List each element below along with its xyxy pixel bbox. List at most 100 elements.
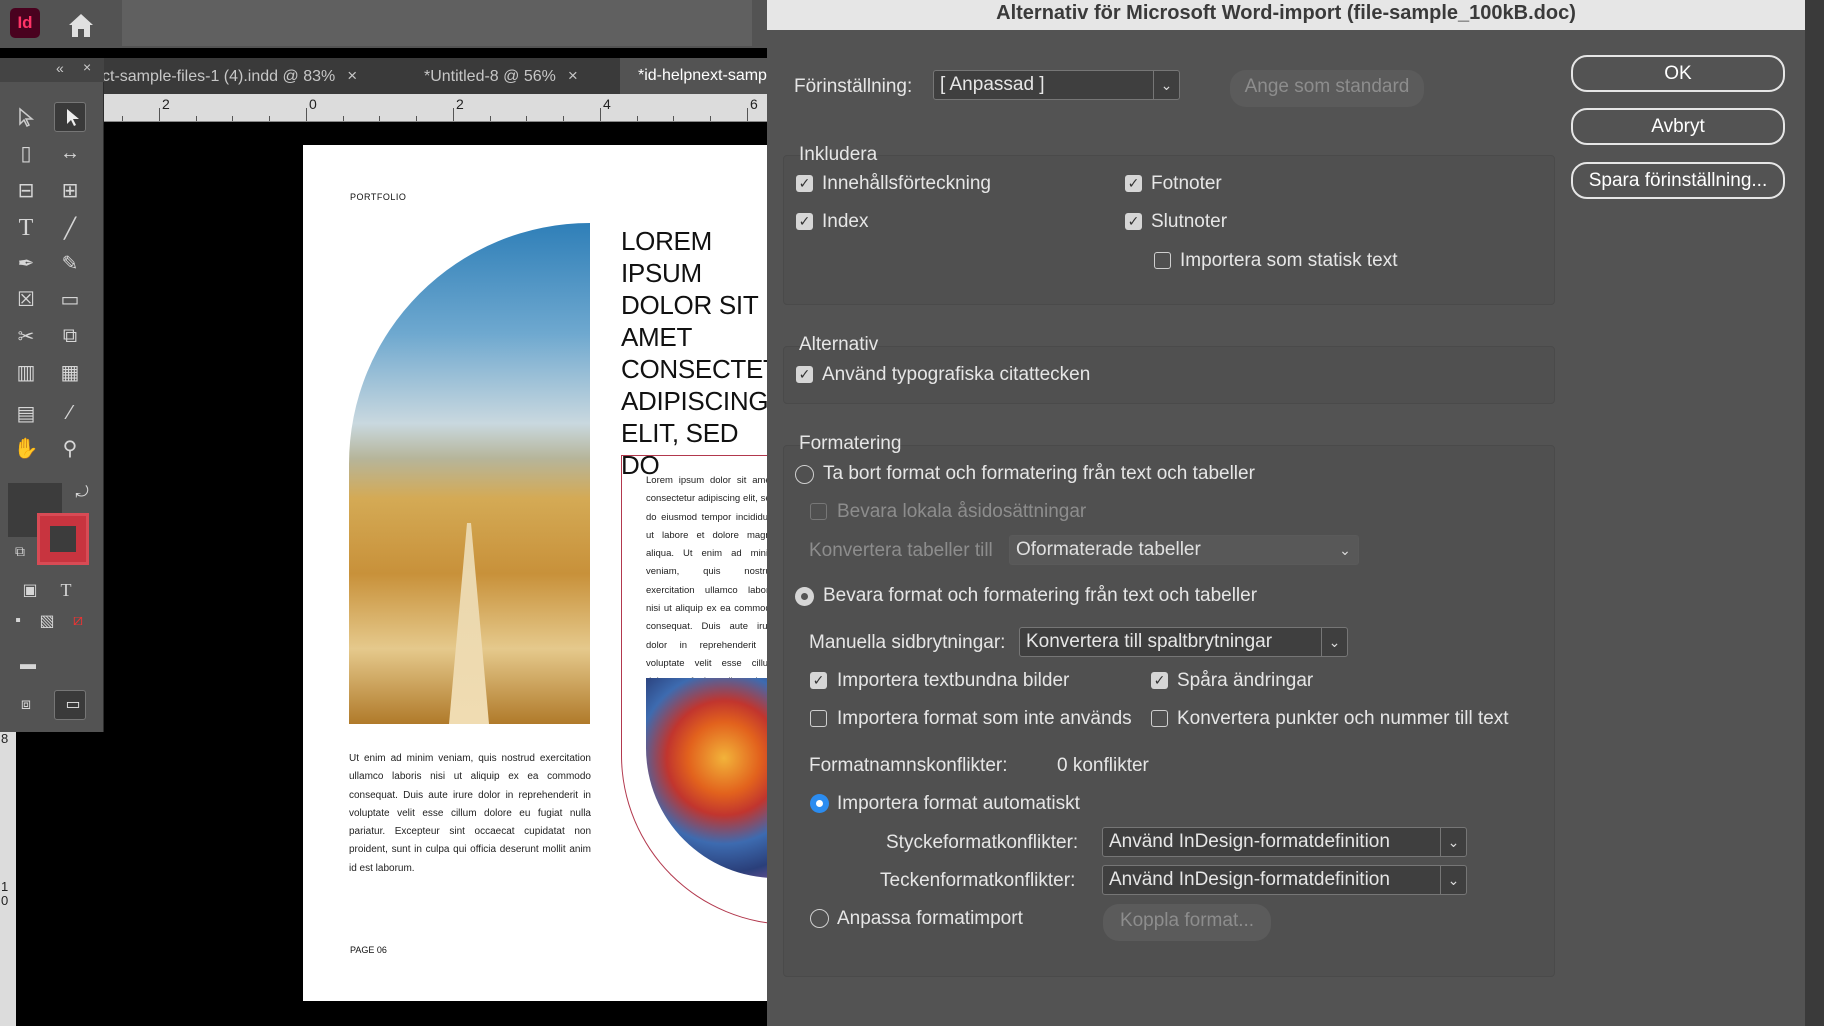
static-text-checkbox[interactable] [1154,252,1171,269]
stroke-swatch[interactable] [37,513,89,565]
remove-styles-radio[interactable] [795,465,814,484]
tab-document-1[interactable]: ct-sample-files-1 (4).indd @ 83% × [102,58,384,94]
index-label[interactable]: Index [822,211,868,233]
dialog-title: Alternativ för Microsoft Word-import (fi… [767,0,1805,30]
gradient-feather-tool-icon[interactable]: ▦ [54,357,86,387]
zoom-tool-icon[interactable]: ⚲ [54,433,86,463]
remove-styles-label[interactable]: Ta bort format och formatering från text… [823,463,1255,485]
close-tab-icon[interactable]: × [347,66,357,85]
customize-import-label[interactable]: Anpassa formatimport [837,908,1023,930]
body-text[interactable]: Ut enim ad minim veniam, quis nostrud ex… [349,750,591,878]
typographic-quotes-label[interactable]: Använd typografiska citattecken [822,364,1090,386]
free-transform-tool-icon[interactable]: ⧉ [54,321,86,351]
gradient-swatch-tool-icon[interactable]: ▥ [10,357,42,387]
collapse-panel-icon[interactable]: « [56,60,64,76]
preserve-styles-radio[interactable] [795,587,814,606]
customize-import-radio[interactable] [810,909,829,928]
char-conflicts-value: Använd InDesign-formatdefinition [1109,869,1390,890]
close-panel-icon[interactable]: × [83,59,91,75]
auto-import-label[interactable]: Importera format automatiskt [837,793,1080,815]
tab-document-active[interactable]: *id-helpnext-sample [620,58,767,94]
headline[interactable]: LOREM IPSUM DOLOR SIT AMET CONSECTETUR A… [621,225,767,481]
preset-select[interactable]: [ Anpassad ] ⌄ [933,70,1180,100]
convert-tables-select[interactable]: Oformaterade tabeller ⌄ [1009,535,1359,565]
document-page[interactable]: PORTFOLIO LOREM IPSUM DOLOR SIT AMET CON… [303,145,767,1001]
track-changes-checkbox[interactable]: ✓ [1151,672,1168,689]
type-tool-icon[interactable]: T [10,213,42,243]
app-search-area[interactable] [122,0,752,46]
index-checkbox[interactable]: ✓ [796,213,813,230]
bullets-to-text-checkbox[interactable] [1151,710,1168,727]
inline-graphics-checkbox[interactable]: ✓ [810,672,827,689]
document-tab-bar: ct-sample-files-1 (4).indd @ 83% × *Untit… [0,58,767,94]
rectangle-tool-icon[interactable]: ▭ [54,284,86,314]
ruler-label: 1 [1,879,9,894]
screen-mode-icon[interactable]: ▬ [12,650,44,680]
chevron-down-icon: ⌄ [1440,866,1466,894]
rectangle-frame-tool-icon[interactable]: ☒ [10,284,42,314]
apply-color-icon[interactable]: ▪ [2,606,34,636]
gap-tool-icon[interactable]: ↔ [54,138,86,168]
page-tool-icon[interactable]: ▯ [10,138,42,168]
close-tab-icon[interactable]: × [568,66,578,85]
unused-styles-label[interactable]: Importera format som inte används [837,708,1132,730]
page-breaks-select[interactable]: Konvertera till spaltbrytningar ⌄ [1019,627,1348,657]
ruler-label: 2 [456,96,464,112]
footnotes-checkbox[interactable]: ✓ [1125,175,1142,192]
cancel-button[interactable]: Avbryt [1571,108,1785,145]
default-fill-stroke-icon[interactable]: ⧉ [4,536,36,566]
ruler-label: 6 [750,96,758,112]
toc-label[interactable]: Innehållsförteckning [822,173,991,195]
track-changes-label[interactable]: Spåra ändringar [1177,670,1313,692]
tools-panel-header[interactable]: « × [0,58,104,82]
wheat-field-image[interactable] [349,223,590,724]
apply-none-icon[interactable]: ⧄ [62,606,94,636]
content-placer-icon[interactable]: ⊞ [54,175,86,205]
endnotes-label[interactable]: Slutnoter [1151,211,1227,233]
toc-checkbox[interactable]: ✓ [796,175,813,192]
direct-selection-tool-icon[interactable] [54,102,86,132]
vertical-ruler[interactable]: 8 1 0 [0,725,16,1026]
auto-import-radio[interactable] [810,794,829,813]
preserve-styles-label[interactable]: Bevara format och formatering från text … [823,585,1257,607]
home-icon[interactable] [64,10,98,40]
unused-styles-checkbox[interactable] [810,710,827,727]
tab-label: *id-helpnext-sample [638,67,767,84]
char-conflicts-select[interactable]: Använd InDesign-formatdefinition ⌄ [1102,865,1467,895]
pencil-tool-icon[interactable]: ✎ [54,248,86,278]
content-collector-icon[interactable]: ⊟ [10,175,42,205]
horizontal-ruler[interactable]: 2 0 2 4 6 [104,94,767,122]
include-group-title: Inkludera [799,144,878,165]
tab-document-2[interactable]: *Untitled-8 @ 56% × [424,58,610,94]
preset-label: Förinställning: [794,76,913,97]
eyedropper-tool-icon[interactable]: ⁄ [54,398,86,428]
bullets-to-text-label[interactable]: Konvertera punkter och nummer till text [1177,708,1509,730]
apply-gradient-icon[interactable]: ▧ [31,606,63,636]
conflicts-value: 0 konflikter [1057,755,1149,776]
formatting-text-icon[interactable]: T [50,575,82,605]
map-styles-button[interactable]: Koppla format... [1103,904,1271,941]
hand-tool-icon[interactable]: ✋ [10,433,42,463]
static-text-label[interactable]: Importera som statisk text [1180,250,1398,272]
note-tool-icon[interactable]: ▤ [10,398,42,428]
para-conflicts-select[interactable]: Använd InDesign-formatdefinition ⌄ [1102,827,1467,857]
dirt-road-shape [449,523,489,724]
tab-label: ct-sample-files-1 (4).indd @ 83% [102,68,336,85]
right-panel-edge [1805,0,1824,1026]
normal-mode-icon[interactable]: ▭ [54,690,86,720]
preview-mode-icon[interactable]: ⧈ [10,690,42,720]
selection-tool-icon[interactable] [10,102,42,132]
pen-tool-icon[interactable]: ✒ [10,248,42,278]
save-preset-button[interactable]: Spara förinställning... [1571,162,1785,199]
ok-button[interactable]: OK [1571,55,1785,92]
line-tool-icon[interactable]: ╱ [54,213,86,243]
preserve-local-checkbox[interactable] [810,503,827,520]
inline-graphics-label[interactable]: Importera textbundna bilder [837,670,1069,692]
endnotes-checkbox[interactable]: ✓ [1125,213,1142,230]
formatting-container-icon[interactable]: ▣ [14,575,46,605]
footnotes-label[interactable]: Fotnoter [1151,173,1222,195]
set-as-default-button[interactable]: Ange som standard [1230,70,1424,107]
swap-fill-stroke-icon[interactable]: ⤾ [66,478,98,508]
typographic-quotes-checkbox[interactable]: ✓ [796,366,813,383]
scissors-tool-icon[interactable]: ✂ [10,321,42,351]
